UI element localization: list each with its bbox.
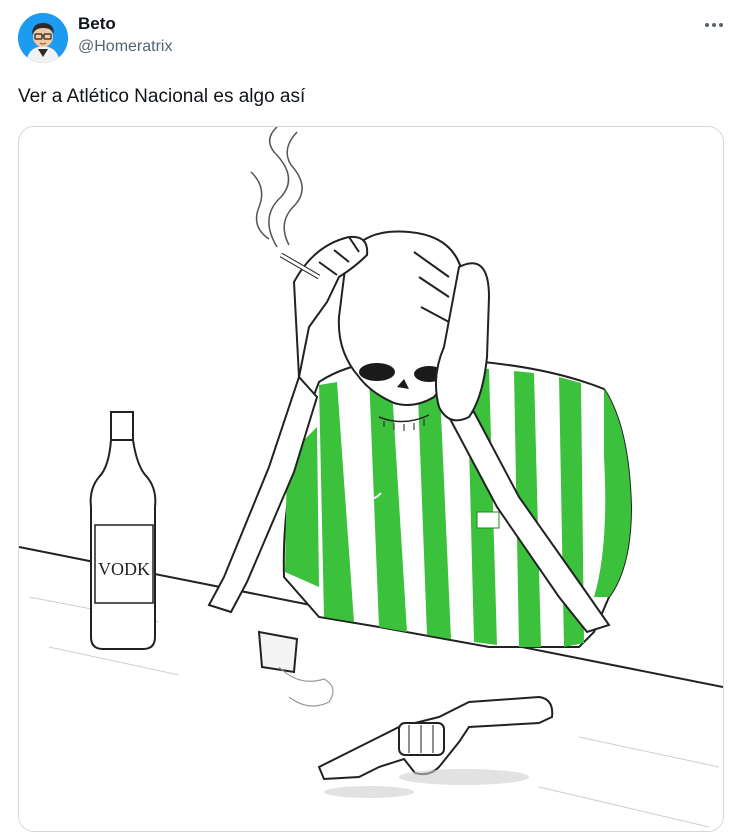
tweet-text: Ver a Atlético Nacional es algo así: [18, 86, 306, 107]
bottle-label-text: VODK: [98, 559, 150, 579]
more-horizontal-icon: [705, 23, 723, 27]
display-name[interactable]: Beto: [78, 14, 172, 34]
tweet: Beto @Homeratrix Ver a Atlético Nacional…: [0, 0, 744, 838]
author-info: Beto @Homeratrix: [78, 14, 172, 57]
user-handle[interactable]: @Homeratrix: [78, 37, 172, 57]
more-options-button[interactable]: [700, 14, 728, 36]
avatar[interactable]: [18, 13, 68, 63]
tweet-media-image[interactable]: VODK: [18, 126, 724, 832]
